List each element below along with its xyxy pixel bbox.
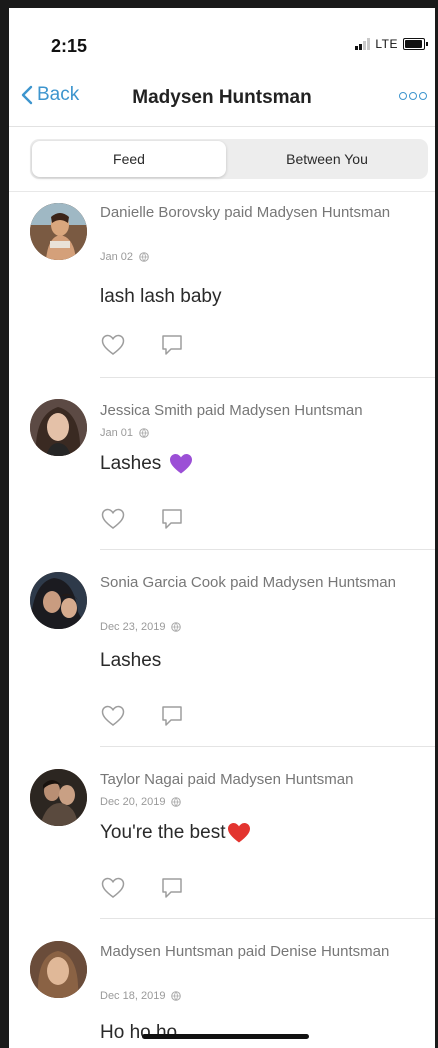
venmo-profile-screen: 2:15 LTE Back Madysen Huntsman Feed Betw…: [0, 0, 438, 1048]
red-heart-icon: [228, 823, 251, 843]
comment-icon[interactable]: [160, 705, 184, 727]
transaction-date: Jan 01: [100, 427, 149, 439]
network-label: LTE: [375, 37, 398, 51]
avatar[interactable]: [30, 769, 87, 826]
payment-description: Danielle Borovsky paid Madysen Huntsman: [100, 204, 391, 221]
avatar[interactable]: [30, 399, 87, 456]
payment-description: Jessica Smith paid Madysen Huntsman: [100, 402, 363, 419]
globe-icon: [171, 991, 182, 1001]
like-heart-icon[interactable]: [101, 705, 125, 727]
more-options-button[interactable]: [399, 92, 427, 100]
more-dot-icon: [409, 92, 417, 100]
like-heart-icon[interactable]: [101, 508, 125, 530]
transaction-date: Jan 02: [100, 251, 149, 263]
date-text: Jan 02: [100, 251, 134, 263]
status-bar: 2:15 LTE: [9, 8, 435, 70]
avatar[interactable]: [30, 941, 87, 998]
feed-item[interactable]: Danielle Borovsky paid Madysen Huntsman …: [9, 192, 435, 378]
page-title: Madysen Huntsman: [132, 87, 312, 108]
feed-item[interactable]: Jessica Smith paid Madysen Huntsman Jan …: [9, 378, 435, 550]
device-frame-top: [0, 0, 438, 8]
payment-note-text: Lashes: [100, 650, 162, 671]
payment-note-text: Ho ho ho: [100, 1022, 178, 1043]
payment-note: Lashes: [100, 650, 161, 672]
tab-feed[interactable]: Feed: [32, 141, 226, 177]
transaction-date: Dec 23, 2019: [100, 621, 182, 633]
comment-icon[interactable]: [160, 877, 184, 899]
globe-icon: [139, 252, 149, 262]
feed-item[interactable]: Madysen Huntsman paid Denise Huntsman De…: [9, 919, 435, 1048]
tab-between-you[interactable]: Between You: [228, 141, 426, 177]
payment-note: lash lash baby: [100, 286, 221, 308]
transaction-feed: Danielle Borovsky paid Madysen Huntsman …: [9, 192, 435, 1048]
segmented-control: Feed Between You: [30, 139, 428, 179]
transaction-date: Dec 20, 2019: [100, 796, 182, 808]
feed-item[interactable]: Taylor Nagai paid Madysen Huntsman Dec 2…: [9, 747, 435, 919]
avatar-photo: [30, 572, 87, 629]
transaction-date: Dec 18, 2019: [100, 990, 182, 1002]
avatar-photo: [30, 941, 87, 998]
payment-description: Taylor Nagai paid Madysen Huntsman: [100, 771, 354, 788]
payment-description: Sonia Garcia Cook paid Madysen Huntsman: [100, 574, 396, 591]
avatar[interactable]: [30, 572, 87, 629]
signal-icon: [355, 38, 371, 50]
payment-description: Madysen Huntsman paid Denise Huntsman: [100, 943, 390, 960]
avatar-photo: [30, 769, 87, 826]
avatar-photo: [30, 203, 87, 260]
status-time: 2:15: [51, 36, 88, 56]
battery-icon: [403, 38, 428, 50]
purple-heart-icon: [170, 454, 193, 474]
payment-note: You're the best: [100, 822, 251, 844]
feed-item[interactable]: Sonia Garcia Cook paid Madysen Huntsman …: [9, 550, 435, 747]
comment-icon[interactable]: [160, 508, 184, 530]
home-indicator: [142, 1034, 309, 1039]
status-indicators: LTE: [355, 37, 428, 51]
date-text: Dec 18, 2019: [100, 990, 166, 1002]
payment-note-text: lash lash baby: [100, 286, 222, 307]
navigation-bar: Back Madysen Huntsman: [9, 70, 435, 127]
payment-note: Lashes: [100, 453, 193, 475]
payment-note-text: Lashes: [100, 453, 162, 474]
like-heart-icon[interactable]: [101, 877, 125, 899]
avatar-photo: [30, 399, 87, 456]
date-text: Dec 23, 2019: [100, 621, 166, 633]
avatar[interactable]: [30, 203, 87, 260]
globe-icon: [139, 428, 149, 438]
date-text: Jan 01: [100, 427, 134, 439]
globe-icon: [171, 797, 182, 807]
globe-icon: [171, 622, 182, 632]
more-dot-icon: [419, 92, 427, 100]
date-text: Dec 20, 2019: [100, 796, 166, 808]
payment-note: Ho ho ho: [100, 1022, 177, 1044]
tab-bar: Feed Between You: [9, 127, 435, 192]
payment-note-text: You're the best: [100, 822, 226, 843]
like-heart-icon[interactable]: [101, 334, 125, 356]
comment-icon[interactable]: [160, 334, 184, 356]
more-dot-icon: [399, 92, 407, 100]
device-frame-left: [0, 0, 9, 1048]
